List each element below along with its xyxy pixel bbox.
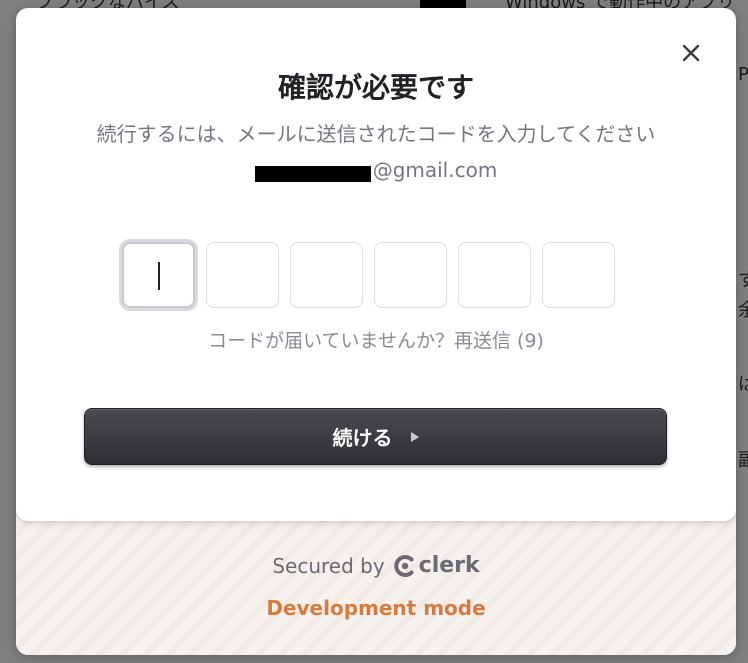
background-black-block bbox=[420, 0, 466, 8]
otp-digit-6[interactable] bbox=[542, 242, 615, 308]
redacted-email-local-part bbox=[254, 166, 371, 182]
play-arrow-icon bbox=[410, 431, 419, 442]
secured-by-row: Secured by clerk bbox=[16, 553, 736, 578]
secured-by-label: Secured by bbox=[272, 553, 385, 578]
close-icon bbox=[682, 44, 700, 62]
modal-footer bbox=[16, 508, 736, 655]
otp-digit-3[interactable] bbox=[290, 242, 363, 308]
otp-digit-2[interactable] bbox=[206, 242, 279, 308]
otp-digit-5[interactable] bbox=[458, 242, 531, 308]
background-glyph-1: P bbox=[738, 64, 748, 85]
background-glyph-5: 副 bbox=[738, 450, 748, 471]
continue-button-label: 続ける bbox=[332, 426, 393, 450]
email-domain: @gmail.com bbox=[372, 158, 498, 182]
instruction-text: 続行するには、メールに送信されたコードを入力してください bbox=[96, 122, 656, 146]
background-glyph-3: 余 bbox=[738, 300, 748, 321]
background-glyph-2: す bbox=[738, 270, 748, 291]
verification-modal: 確認が必要です 続行するには、メールに送信されたコードを入力してください @gm… bbox=[16, 8, 736, 655]
close-button[interactable] bbox=[676, 38, 706, 68]
continue-button[interactable]: 続ける bbox=[84, 408, 667, 465]
resend-code-link[interactable]: コードが届いていませんか？再送信 (9) bbox=[16, 326, 736, 353]
otp-digit-1[interactable] bbox=[122, 242, 195, 308]
text-caret bbox=[158, 262, 160, 290]
page-title: 確認が必要です bbox=[277, 71, 474, 104]
clerk-brand-text: clerk bbox=[418, 553, 480, 578]
email-address: @gmail.com bbox=[16, 158, 736, 182]
modal-card: 確認が必要です 続行するには、メールに送信されたコードを入力してください @gm… bbox=[16, 8, 736, 521]
background-glyph-4: は bbox=[738, 374, 748, 395]
development-mode-badge: Development mode bbox=[266, 596, 486, 620]
clerk-logo-icon bbox=[394, 554, 414, 577]
clerk-brand[interactable]: clerk bbox=[393, 553, 480, 578]
otp-input-group bbox=[122, 242, 615, 310]
otp-digit-4[interactable] bbox=[374, 242, 447, 308]
